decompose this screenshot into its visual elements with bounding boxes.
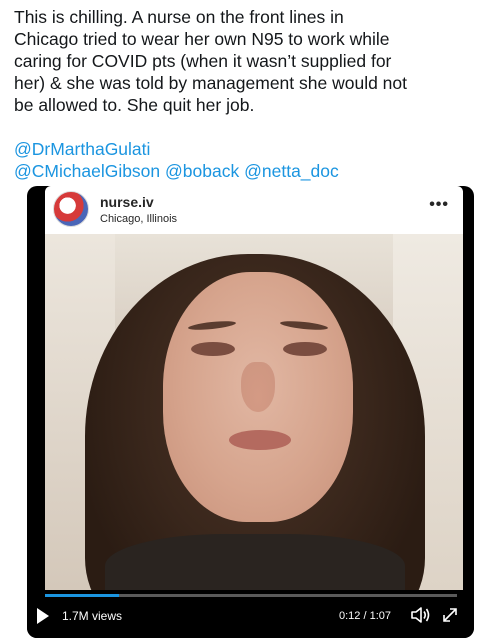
view-count: 1.7M views xyxy=(62,609,123,623)
left-eye xyxy=(191,342,235,356)
instagram-location[interactable]: Chicago, Illinois xyxy=(100,213,177,225)
avatar[interactable] xyxy=(53,191,89,227)
person-shirt xyxy=(105,534,405,590)
video-progress-track[interactable] xyxy=(45,594,457,597)
volume-icon[interactable] xyxy=(409,604,431,626)
more-options-icon[interactable]: ••• xyxy=(429,196,449,214)
tweet-mentions: @DrMarthaGulati @CMichaelGibson @boback … xyxy=(14,138,484,182)
video-player[interactable]: nurse.iv Chicago, Illinois ••• 1.7M view… xyxy=(27,186,474,638)
mouth xyxy=(229,430,291,450)
play-icon[interactable] xyxy=(37,608,49,624)
video-progress-fill xyxy=(45,594,120,597)
right-eye xyxy=(283,342,327,356)
instagram-username[interactable]: nurse.iv xyxy=(100,194,154,210)
mention-boback[interactable]: @boback xyxy=(165,161,239,181)
mention-drmarthagulati[interactable]: @DrMarthaGulati xyxy=(14,139,150,159)
expand-icon[interactable] xyxy=(439,604,461,626)
mention-netta-doc[interactable]: @netta_doc xyxy=(244,161,339,181)
video-frame[interactable] xyxy=(45,234,463,590)
video-controls: 1.7M views 0:12 / 1:07 xyxy=(27,590,474,638)
tweet-card: This is chilling. A nurse on the front l… xyxy=(0,0,496,644)
nose xyxy=(241,362,275,412)
mention-cmichaelgibson[interactable]: @CMichaelGibson xyxy=(14,161,160,181)
video-time: 0:12 / 1:07 xyxy=(339,610,391,622)
instagram-post-header: nurse.iv Chicago, Illinois ••• xyxy=(45,186,463,234)
tweet-text: This is chilling. A nurse on the front l… xyxy=(14,7,407,115)
